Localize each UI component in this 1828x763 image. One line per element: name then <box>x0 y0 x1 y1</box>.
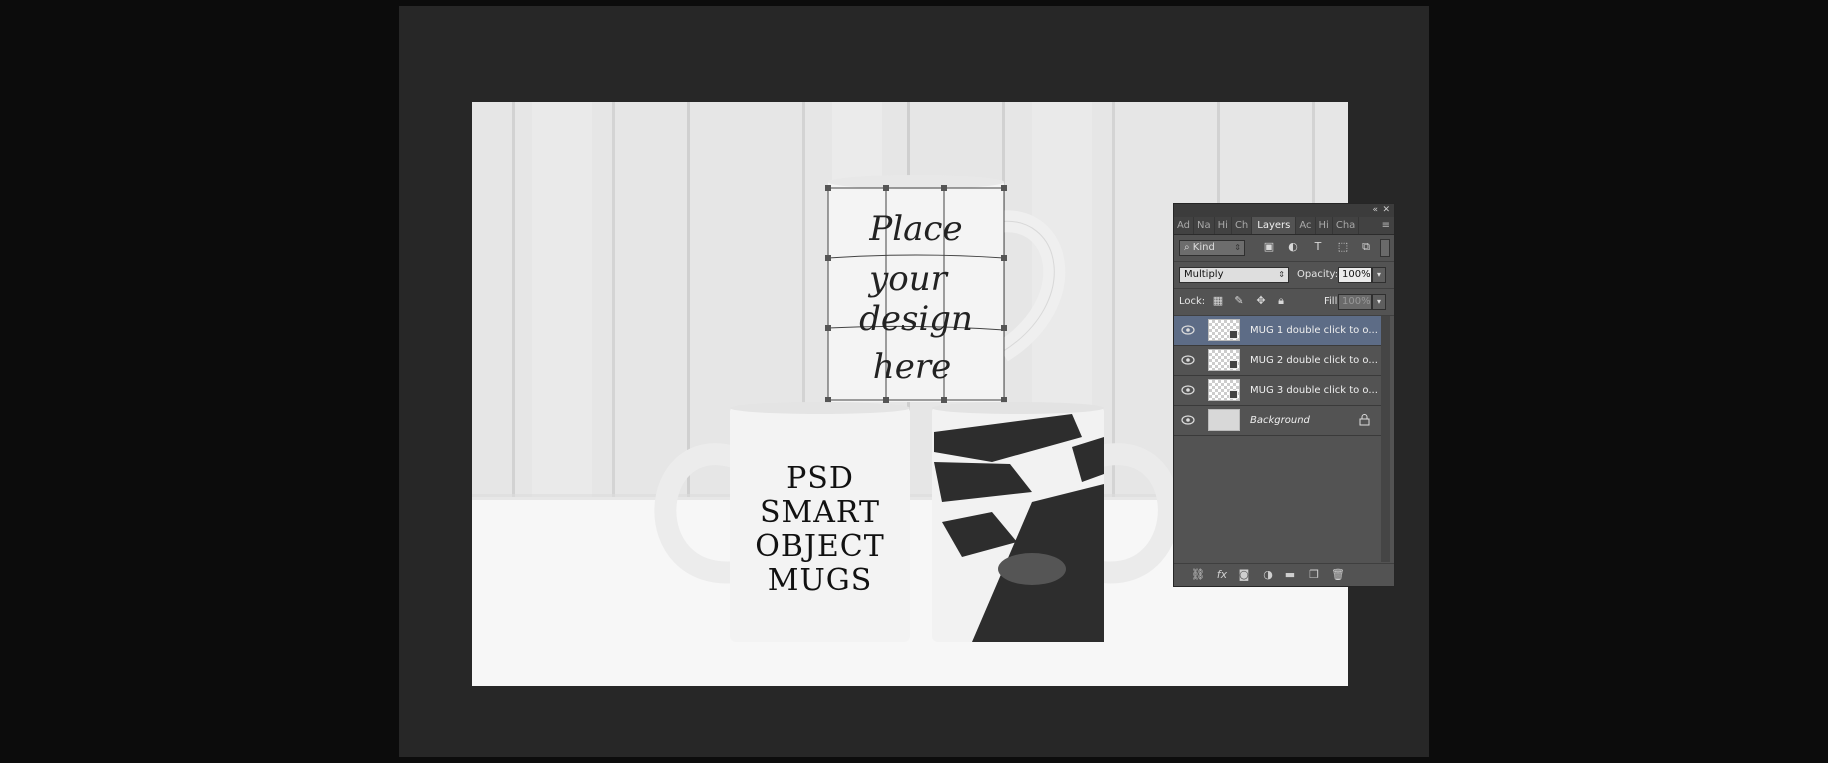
new-group-folder-icon[interactable]: ▬ <box>1282 568 1298 582</box>
tab-history[interactable]: Hi <box>1316 217 1333 234</box>
tab-character[interactable]: Ch <box>1232 217 1253 234</box>
shape-filter-icon[interactable]: ⬚ <box>1336 240 1350 254</box>
lock-image-brush-icon[interactable]: ✎ <box>1232 294 1246 308</box>
tab-histogram[interactable]: Hi <box>1215 217 1232 234</box>
blend-mode-dropdown[interactable]: Multiply ⇕ <box>1179 267 1289 283</box>
piano-fingerprint <box>998 553 1066 585</box>
mug-top-text-2: your <box>867 259 949 299</box>
fx-icon[interactable]: fx <box>1214 568 1230 582</box>
chevron-updown-icon: ⇕ <box>1234 243 1241 252</box>
layer-thumbnail <box>1208 409 1240 431</box>
trash-icon[interactable]: 🗑 <box>1330 568 1346 582</box>
layer-row-mug-2[interactable]: MUG 2 double click to o... <box>1174 346 1382 376</box>
opacity-input[interactable]: 100% <box>1338 267 1372 283</box>
layer-name[interactable]: MUG 1 double click to o... <box>1250 316 1378 345</box>
layer-list: MUG 1 double click to o... MUG 2 double … <box>1174 316 1382 436</box>
eye-icon[interactable] <box>1181 385 1195 395</box>
filter-kind-dropdown[interactable]: ⌕ Kind ⇕ <box>1179 240 1245 256</box>
mug-left-text-3: OBJECT <box>755 529 885 564</box>
panel-menu-icon[interactable]: ≡ <box>1382 217 1390 234</box>
opacity-label: Opacity: <box>1297 269 1339 280</box>
tab-channels[interactable]: Cha <box>1333 217 1360 234</box>
layers-panel[interactable]: « ✕ Ad Na Hi Ch Layers Ac Hi Cha ≡ ⌕ Kin… <box>1173 203 1395 587</box>
layer-name[interactable]: MUG 3 double click to o... <box>1250 376 1378 405</box>
layer-name[interactable]: MUG 2 double click to o... <box>1250 346 1378 375</box>
lock-label: Lock: <box>1179 296 1206 307</box>
blend-row: Multiply ⇕ Opacity: 100% ▾ <box>1174 262 1394 289</box>
type-filter-icon[interactable]: T <box>1311 240 1325 254</box>
layer-row-mug-3[interactable]: MUG 3 double click to o... <box>1174 376 1382 406</box>
tab-actions[interactable]: Ac <box>1296 217 1316 234</box>
adjustment-filter-icon[interactable]: ◐ <box>1286 240 1300 254</box>
opacity-slider-toggle[interactable]: ▾ <box>1372 267 1386 283</box>
filter-row: ⌕ Kind ⇕ ▣ ◐ T ⬚ ⧉ <box>1174 235 1394 262</box>
panel-tabs: Ad Na Hi Ch Layers Ac Hi Cha ≡ <box>1174 217 1394 235</box>
mug-top-text-1: Place <box>868 209 962 249</box>
lock-all-icon[interactable]: 🔒︎ <box>1274 294 1288 308</box>
fill-slider-toggle[interactable]: ▾ <box>1372 294 1386 310</box>
layer-row-background[interactable]: Background <box>1174 406 1382 436</box>
panel-footer: ⛓ fx ◙ ◑ ▬ ❐ 🗑 <box>1174 563 1394 586</box>
smart-object-icon <box>1229 330 1238 339</box>
eye-icon[interactable] <box>1181 325 1195 335</box>
mug-top-text-3: design <box>859 299 973 339</box>
lock-transparent-icon[interactable]: ▦ <box>1211 294 1225 308</box>
layer-thumbnail <box>1208 379 1240 401</box>
filter-kind-value: Kind <box>1192 242 1215 253</box>
mug-left-text-1: PSD <box>786 461 854 496</box>
lock-row: Lock: ▦ ✎ ✥ 🔒︎ Fill: 100% ▾ <box>1174 289 1394 316</box>
link-layers-icon[interactable]: ⛓ <box>1190 568 1206 582</box>
tab-adjustments[interactable]: Ad <box>1174 217 1195 234</box>
smart-object-icon <box>1229 390 1238 399</box>
add-mask-icon[interactable]: ◙ <box>1236 568 1252 582</box>
collapse-icon[interactable]: « <box>1372 204 1378 217</box>
blend-mode-value: Multiply <box>1184 269 1224 280</box>
search-icon: ⌕ <box>1184 242 1193 253</box>
lock-icon <box>1359 414 1370 426</box>
tab-layers[interactable]: Layers <box>1252 217 1297 234</box>
pixel-filter-icon[interactable]: ▣ <box>1262 240 1276 254</box>
mug-left-text-2: SMART <box>760 495 880 530</box>
layer-thumbnail <box>1208 349 1240 371</box>
fill-input[interactable]: 100% <box>1338 294 1372 310</box>
layer-thumbnail <box>1208 319 1240 341</box>
eye-icon[interactable] <box>1181 355 1195 365</box>
close-icon[interactable]: ✕ <box>1382 204 1390 217</box>
tab-navigator[interactable]: Na <box>1194 217 1215 234</box>
layer-name[interactable]: Background <box>1250 406 1310 435</box>
eye-icon[interactable] <box>1181 415 1195 425</box>
new-adjustment-icon[interactable]: ◑ <box>1260 568 1276 582</box>
panel-header: « ✕ <box>1174 204 1394 217</box>
smart-object-icon <box>1229 360 1238 369</box>
chevron-updown-icon: ⇕ <box>1278 270 1285 279</box>
mug-left-text-4: MUGS <box>768 563 873 598</box>
new-layer-icon[interactable]: ❐ <box>1306 568 1322 582</box>
smart-object-filter-icon[interactable]: ⧉ <box>1359 240 1373 254</box>
lock-position-icon[interactable]: ✥ <box>1254 294 1268 308</box>
filter-toggle-icon[interactable] <box>1380 239 1390 257</box>
mug-top-text-4: here <box>873 347 951 387</box>
layer-row-mug-1[interactable]: MUG 1 double click to o... <box>1174 316 1382 346</box>
layer-list-scrollbar[interactable] <box>1381 316 1390 562</box>
